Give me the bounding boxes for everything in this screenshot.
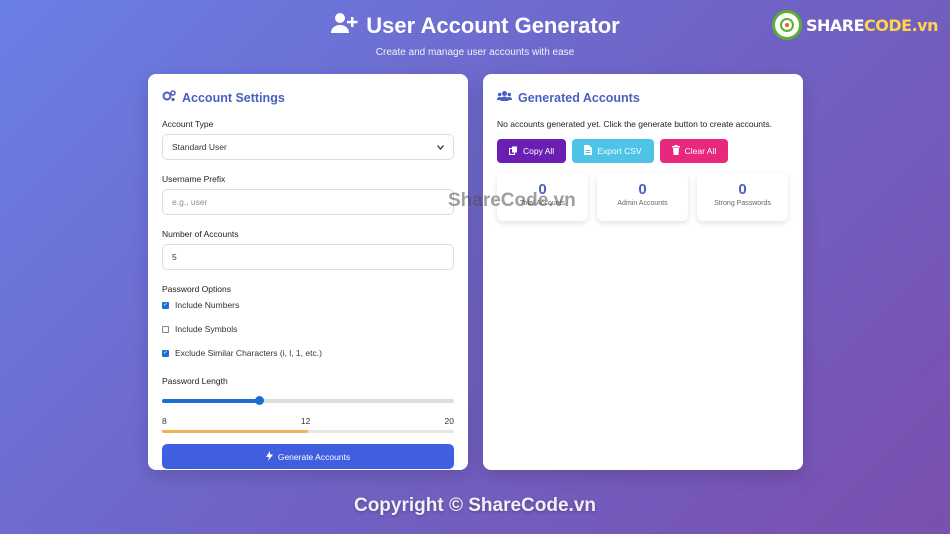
page-subtitle: Create and manage user accounts with eas… xyxy=(375,47,575,58)
checkbox-include-symbols[interactable] xyxy=(162,325,169,333)
number-of-accounts-label: Number of Accounts xyxy=(162,229,239,239)
length-max-label: 20 xyxy=(444,416,454,426)
length-min-label: 8 xyxy=(162,416,167,426)
checkbox-exclude-similar[interactable]: ✓ xyxy=(162,349,169,357)
footer-copyright: Copyright © ShareCode.vn xyxy=(353,495,597,516)
copy-icon xyxy=(508,146,518,157)
password-length-label: Password Length xyxy=(162,376,228,386)
watermark: ShareCode.vn xyxy=(448,190,576,211)
chevron-down-icon xyxy=(437,142,444,152)
password-options-label: Password Options xyxy=(162,284,231,294)
checkbox-include-numbers[interactable]: ✓ xyxy=(162,301,169,309)
account-type-select[interactable]: Standard User xyxy=(162,134,454,160)
user-plus-icon xyxy=(330,12,358,39)
bolt-icon xyxy=(265,450,273,463)
clear-all-button[interactable]: Clear All xyxy=(659,139,729,163)
option-exclude-similar[interactable]: ✓ Exclude Similar Characters (i, l, 1, e… xyxy=(162,348,454,358)
option-include-numbers[interactable]: ✓ Include Numbers xyxy=(162,300,454,310)
password-strength-bar xyxy=(162,430,454,433)
option-include-symbols[interactable]: Include Symbols xyxy=(162,324,454,334)
generated-accounts-card: Generated Accounts No accounts generated… xyxy=(483,74,803,470)
users-icon xyxy=(497,90,512,105)
empty-state-text: No accounts generated yet. Click the gen… xyxy=(497,119,773,129)
generate-accounts-button[interactable]: Generate Accounts xyxy=(162,444,454,469)
username-prefix-label: Username Prefix xyxy=(162,174,226,184)
slider-thumb[interactable] xyxy=(255,396,265,405)
generated-accounts-title: Generated Accounts xyxy=(518,90,640,105)
stat-strong-passwords: 0 Strong Passwords xyxy=(697,173,788,221)
number-of-accounts-input[interactable]: 5 xyxy=(162,244,454,270)
logo-badge-icon xyxy=(772,10,802,40)
copy-all-button[interactable]: Copy All xyxy=(497,139,567,163)
gears-icon xyxy=(162,90,176,105)
password-length-slider[interactable] xyxy=(162,394,454,408)
page-title: User Account Generator xyxy=(366,12,620,38)
export-csv-button[interactable]: Export CSV xyxy=(572,139,654,163)
file-csv-icon xyxy=(584,145,593,157)
account-settings-card: Account Settings Account Type Standard U… xyxy=(148,74,468,470)
sharecode-logo: SHARECODE.vn xyxy=(772,10,938,40)
stat-admin-accounts: 0 Admin Accounts xyxy=(597,173,688,221)
account-type-label: Account Type xyxy=(162,119,214,129)
length-value-label: 12 xyxy=(300,416,311,426)
trash-icon xyxy=(671,145,680,157)
account-settings-title: Account Settings xyxy=(182,90,285,105)
username-prefix-input[interactable]: e.g., user xyxy=(162,189,454,215)
